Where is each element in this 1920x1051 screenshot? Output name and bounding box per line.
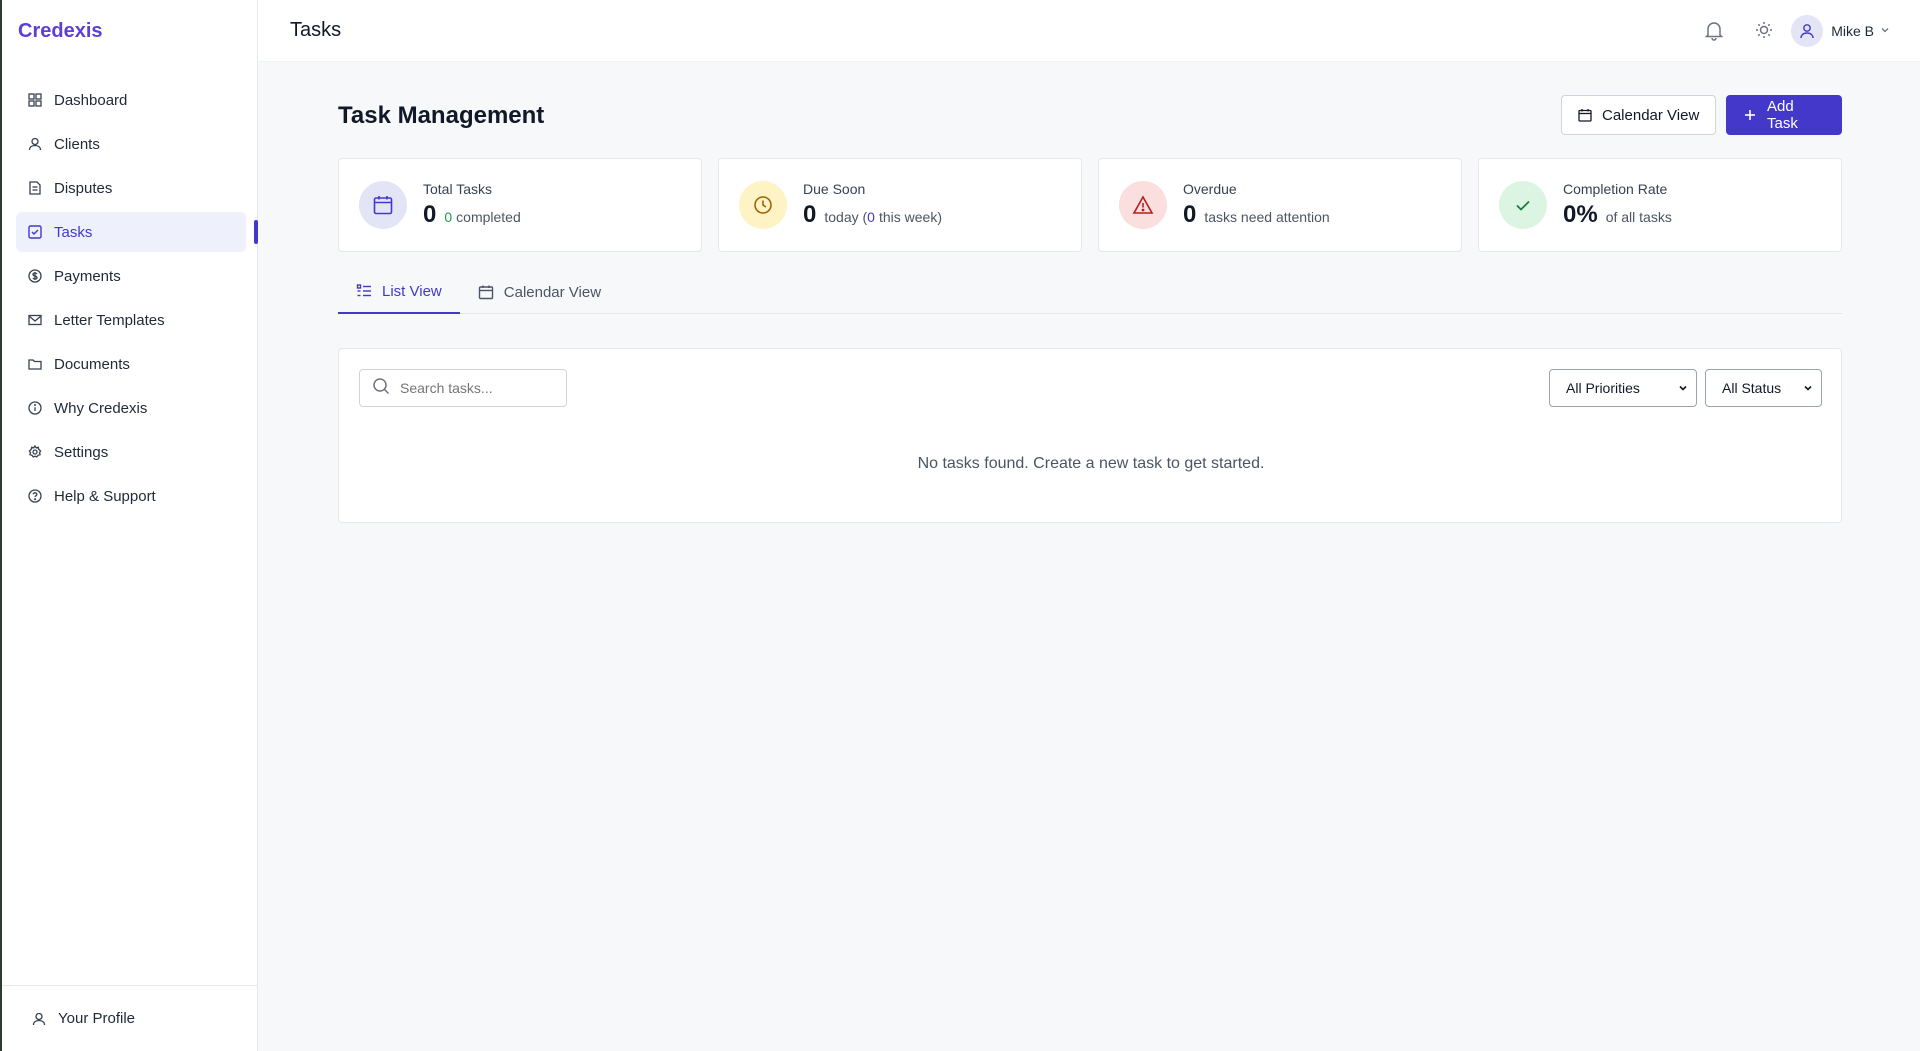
warning-icon — [1119, 181, 1167, 229]
chevron-down-icon — [1880, 22, 1890, 40]
user-icon — [28, 137, 42, 151]
sidebar-nav: Dashboard Clients Disputes Tasks Payment… — [16, 80, 258, 520]
stat-label: Total Tasks — [423, 181, 492, 197]
tasks-panel: All Priorities All Status No tasks found… — [338, 348, 1842, 523]
user-name: Mike B — [1831, 23, 1874, 39]
status-filter-select[interactable]: All Status — [1705, 369, 1822, 407]
sun-icon[interactable] — [1752, 18, 1776, 42]
clock-icon — [739, 181, 787, 229]
stat-value: 0 — [1183, 201, 1197, 228]
stat-value: 0 — [423, 201, 437, 228]
sidebar-item-dashboard[interactable]: Dashboard — [16, 80, 246, 120]
document-icon — [28, 181, 42, 195]
mail-icon — [28, 313, 42, 327]
sidebar-item-label: Tasks — [54, 223, 93, 241]
empty-state-message: No tasks found. Create a new task to get… — [917, 455, 1265, 472]
stat-sub-text: today ( — [824, 209, 868, 225]
checkbox-icon — [28, 225, 42, 239]
check-icon — [1499, 181, 1547, 229]
page-title: Task Management — [338, 102, 545, 129]
tab-calendar-view[interactable]: Calendar View — [460, 270, 619, 314]
sidebar-item-letter-templates[interactable]: Letter Templates — [16, 300, 246, 340]
calendar-icon — [1578, 108, 1592, 122]
tab-label: Calendar View — [503, 283, 602, 301]
priority-filter-select[interactable]: All Priorities — [1549, 369, 1697, 407]
top-bar: Tasks Mike B — [258, 0, 1920, 62]
sidebar-item-tasks[interactable]: Tasks — [16, 212, 258, 252]
sidebar-item-label: Clients — [54, 135, 100, 153]
calendar-icon — [359, 181, 407, 229]
sidebar-item-settings[interactable]: Settings — [16, 432, 246, 472]
chevron-down-icon — [1803, 380, 1813, 396]
priority-filter-value: All Priorities — [1566, 380, 1640, 396]
sidebar-item-documents[interactable]: Documents — [16, 344, 246, 384]
status-filter-value: All Status — [1722, 380, 1782, 396]
tab-label: List View — [382, 282, 442, 300]
search-icon — [372, 377, 390, 400]
user-icon — [1800, 24, 1814, 39]
stat-value: 0% — [1563, 201, 1598, 228]
stat-card-total-tasks: Total Tasks 0 0 completed — [338, 158, 702, 252]
stat-sub-text: of all tasks — [1605, 209, 1672, 225]
stats-row: Total Tasks 0 0 completed Due Soon 0 tod… — [338, 158, 1842, 252]
calendar-icon — [478, 284, 494, 300]
bell-icon[interactable] — [1702, 18, 1726, 42]
avatar — [1791, 15, 1824, 47]
sidebar-item-label: Disputes — [54, 179, 113, 197]
add-task-label: Add Task — [1767, 98, 1798, 132]
gear-icon — [28, 445, 42, 459]
stat-card-overdue: Overdue 0 tasks need attention — [1098, 158, 1462, 252]
user-menu[interactable]: Mike B — [1791, 15, 1890, 47]
stat-sub-text: completed — [456, 209, 521, 225]
calendar-view-button[interactable]: Calendar View — [1561, 95, 1717, 135]
user-icon — [32, 1012, 46, 1026]
stat-value: 0 — [803, 201, 817, 228]
sidebar-item-why-credexis[interactable]: Why Credexis — [16, 388, 246, 428]
view-tabs: List View Calendar View — [338, 270, 1842, 314]
plus-icon — [1743, 108, 1757, 122]
completed-count: 0 — [444, 209, 453, 225]
brand-logo[interactable]: Credexis — [18, 20, 103, 43]
grid-icon — [28, 93, 42, 107]
sidebar-item-help-support[interactable]: Help & Support — [16, 476, 246, 516]
sidebar-item-label: Help & Support — [54, 487, 156, 505]
this-week-count: 0 — [867, 209, 875, 225]
sidebar-item-label: Dashboard — [54, 91, 128, 109]
sidebar: Credexis Dashboard Clients Disputes Task… — [0, 0, 258, 1051]
sidebar-item-label: Letter Templates — [54, 311, 165, 329]
help-icon — [28, 489, 42, 503]
dollar-icon — [28, 269, 42, 283]
chevron-down-icon — [1678, 380, 1688, 396]
search-input[interactable] — [400, 380, 550, 396]
stat-card-due-soon: Due Soon 0 today (0 this week) — [718, 158, 1082, 252]
active-indicator — [254, 220, 258, 244]
page-header-title: Tasks — [290, 19, 342, 41]
folder-icon — [28, 357, 42, 371]
sidebar-item-payments[interactable]: Payments — [16, 256, 246, 296]
stat-label: Completion Rate — [1563, 181, 1668, 197]
sidebar-item-label: Settings — [54, 443, 109, 461]
stat-card-completion-rate: Completion Rate 0% of all tasks — [1478, 158, 1842, 252]
info-icon — [28, 401, 42, 415]
search-box — [359, 369, 567, 407]
tab-list-view[interactable]: List View — [338, 270, 460, 314]
list-icon — [356, 283, 372, 299]
stat-label: Due Soon — [803, 181, 866, 197]
stat-sub-text: this week) — [878, 209, 942, 225]
your-profile-label: Your Profile — [58, 1010, 135, 1027]
add-task-button[interactable]: Add Task — [1726, 95, 1842, 135]
stat-sub-text: tasks need attention — [1204, 209, 1330, 225]
sidebar-item-clients[interactable]: Clients — [16, 124, 246, 164]
sidebar-item-label: Documents — [54, 355, 130, 373]
sidebar-item-label: Payments — [54, 267, 121, 285]
your-profile-link[interactable]: Your Profile — [2, 985, 258, 1051]
sidebar-item-label: Why Credexis — [54, 399, 148, 417]
calendar-view-label: Calendar View — [1602, 106, 1700, 124]
stat-label: Overdue — [1183, 181, 1237, 197]
sidebar-item-disputes[interactable]: Disputes — [16, 168, 246, 208]
